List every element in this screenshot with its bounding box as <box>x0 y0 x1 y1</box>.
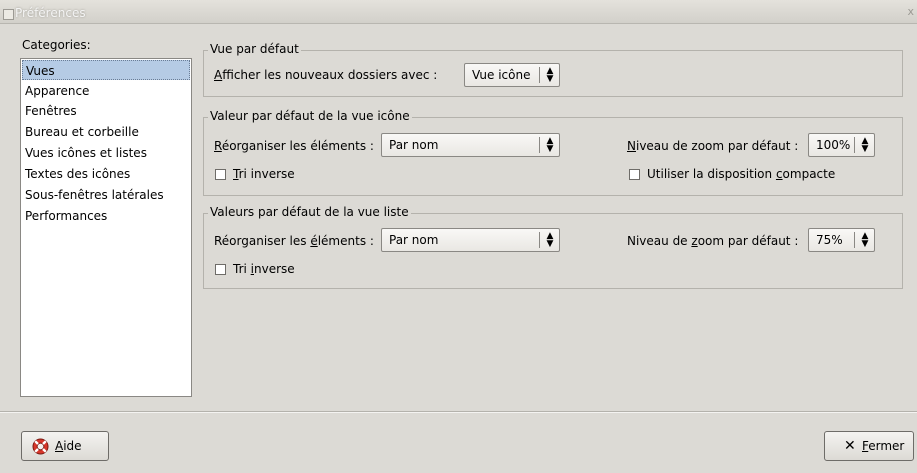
default-view-select[interactable]: Vue icône ▲ ▼ <box>464 63 560 87</box>
compact-layout-text-b: ompacte <box>782 167 836 181</box>
window-title: Préférences <box>15 6 86 20</box>
list-reverse-checkbox[interactable] <box>215 264 226 275</box>
close-x-icon: ✕ <box>844 438 856 454</box>
window-close-icon[interactable]: x <box>907 5 914 18</box>
category-item-vues[interactable]: Vues <box>22 60 190 80</box>
icon-view-legend: Valeur par défaut de la vue icône <box>208 109 412 123</box>
default-view-legend: Vue par défaut <box>208 42 301 56</box>
default-view-label: Afficher les nouveaux dossiers avec : <box>214 68 437 82</box>
default-view-label-text: fficher les nouveaux dossiers avec : <box>222 68 438 82</box>
list-zoom-separator <box>854 232 855 248</box>
help-mnemonic: A <box>55 439 64 453</box>
icon-zoom-label: Niveau de zoom par défaut : <box>627 139 798 153</box>
up-down-arrows-icon: ▲ ▼ <box>861 136 869 154</box>
list-arrange-separator <box>539 232 540 248</box>
lifebuoy-icon <box>32 438 49 455</box>
icon-reverse-label[interactable]: Tri inverse <box>233 167 295 181</box>
icon-arrange-mnemonic: R <box>214 139 222 153</box>
list-reverse-text-b: nverse <box>254 262 295 276</box>
list-zoom-label: Niveau de zoom par défaut : <box>627 234 798 248</box>
up-down-arrows-icon: ▲ ▼ <box>861 231 869 249</box>
list-zoom-select[interactable]: 75% ▲ ▼ <box>808 228 875 252</box>
category-item-vues-icones[interactable]: Vues icônes et listes <box>25 143 147 163</box>
help-label-rest: ide <box>63 439 82 453</box>
list-reverse-text-a: Tri <box>233 262 251 276</box>
category-item-sous-fenetres[interactable]: Sous-fenêtres latérales <box>25 185 164 205</box>
default-view-label-mnemonic: A <box>214 68 223 82</box>
category-item-fenetres[interactable]: Fenêtres <box>25 101 77 121</box>
up-down-arrows-icon: ▲ ▼ <box>546 66 554 84</box>
icon-arrange-label-text: éorganiser les éléments : <box>221 139 374 153</box>
icon-zoom-mnemonic: N <box>627 139 636 153</box>
icon-zoom-value: 100% <box>816 138 851 152</box>
up-down-arrows-icon: ▲ ▼ <box>546 136 554 154</box>
default-view-separator <box>539 67 540 83</box>
icon-arrange-value: Par nom <box>389 138 439 152</box>
compact-layout-text-a: Utiliser la disposition <box>647 167 776 181</box>
default-view-value: Vue icône <box>472 68 531 82</box>
category-list[interactable]: Vues Apparence Fenêtres Bureau et corbei… <box>20 58 192 397</box>
compact-layout-checkbox[interactable] <box>629 169 640 180</box>
up-down-arrows-icon: ▲ ▼ <box>546 231 554 249</box>
help-button[interactable]: Aide <box>21 431 109 461</box>
close-button[interactable]: ✕ Fermer <box>824 431 914 461</box>
help-button-label: Aide <box>55 439 82 453</box>
footer-separator <box>0 411 917 413</box>
compact-layout-mnemonic: c <box>775 167 783 181</box>
list-zoom-text-a: Niveau de <box>627 234 692 248</box>
category-item-apparence[interactable]: Apparence <box>25 81 89 101</box>
window-menu-icon[interactable] <box>3 9 14 20</box>
icon-reverse-label-text: ri inverse <box>238 167 295 181</box>
list-arrange-mnemonic: é <box>310 234 318 248</box>
icon-arrange-label: Réorganiser les éléments : <box>214 139 374 153</box>
list-arrange-label: Réorganiser les éléments : <box>214 234 374 248</box>
icon-zoom-select[interactable]: 100% ▲ ▼ <box>808 133 875 157</box>
icon-zoom-separator <box>854 137 855 153</box>
categories-label: Categories: <box>22 38 91 52</box>
list-reverse-label[interactable]: Tri inverse <box>233 262 295 276</box>
close-button-label: Fermer <box>862 439 904 453</box>
list-arrange-text-b: léments : <box>317 234 374 248</box>
category-item-bureau[interactable]: Bureau et corbeille <box>25 122 139 142</box>
title-bar: Préférences x <box>0 0 917 24</box>
close-label-rest: ermer <box>868 439 905 453</box>
list-zoom-text-b: oom par défaut : <box>697 234 799 248</box>
icon-reverse-checkbox[interactable] <box>215 169 226 180</box>
list-zoom-value: 75% <box>816 233 843 247</box>
category-item-performances[interactable]: Performances <box>25 206 107 226</box>
compact-layout-label[interactable]: Utiliser la disposition compacte <box>647 167 835 181</box>
category-item-textes[interactable]: Textes des icônes <box>25 164 130 184</box>
icon-zoom-label-text: iveau de zoom par défaut : <box>635 139 799 153</box>
list-view-legend: Valeurs par défaut de la vue liste <box>208 205 411 219</box>
list-arrange-select[interactable]: Par nom ▲ ▼ <box>381 228 560 252</box>
icon-arrange-select[interactable]: Par nom ▲ ▼ <box>381 133 560 157</box>
list-arrange-text-a: Réorganiser les <box>214 234 311 248</box>
icon-arrange-separator <box>539 137 540 153</box>
list-arrange-value: Par nom <box>389 233 439 247</box>
